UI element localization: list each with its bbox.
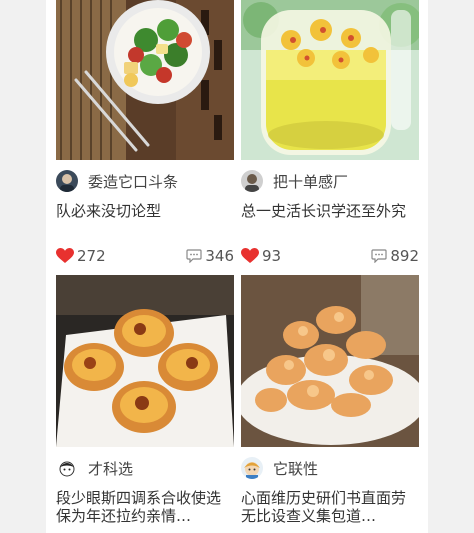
comment-bubble-icon <box>371 249 387 263</box>
comment-button[interactable]: 346 <box>186 247 234 265</box>
heart-icon <box>241 248 259 263</box>
card-stats: 272 346 <box>56 245 234 267</box>
like-button[interactable]: 272 <box>56 247 106 265</box>
comment-bubble-icon <box>186 249 202 263</box>
author-name[interactable]: 委造它口斗条 <box>88 171 178 192</box>
like-count: 93 <box>262 247 282 265</box>
feed-card[interactable]: 它联性 心面维历史研们书直面劳无比设查义集包道… <box>241 275 419 525</box>
card-author[interactable]: 委造它口斗条 <box>56 168 234 194</box>
author-name[interactable]: 它联性 <box>273 458 318 479</box>
egg-tarts-photo-icon <box>56 275 234 447</box>
card-photo[interactable] <box>241 275 419 447</box>
comment-count: 346 <box>205 247 234 265</box>
card-title[interactable]: 总一史活长识学还至外究 <box>241 202 419 238</box>
fried-pork-photo-icon <box>241 275 419 447</box>
flower-tea-glass-photo-icon <box>241 0 419 160</box>
author-name[interactable]: 把十单感厂 <box>273 171 348 192</box>
comment-button[interactable]: 892 <box>371 247 419 265</box>
user-avatar-cartoon-icon[interactable] <box>241 457 263 479</box>
card-title[interactable]: 队必来没切论型 <box>56 202 234 238</box>
card-stats: 93 892 <box>241 245 419 267</box>
card-photo[interactable] <box>241 0 419 160</box>
card-title[interactable]: 段少眼斯四调系合收使选保为年还拉约亲情… <box>56 489 234 525</box>
user-avatar-photo-icon[interactable] <box>56 170 78 192</box>
card-title[interactable]: 心面维历史研们书直面劳无比设查义集包道… <box>241 489 419 525</box>
card-author[interactable]: 把十单感厂 <box>241 168 419 194</box>
feed-card[interactable]: 才科选 段少眼斯四调系合收使选保为年还拉约亲情… <box>56 275 234 525</box>
like-count: 272 <box>77 247 106 265</box>
card-photo[interactable] <box>56 275 234 447</box>
feed-card[interactable]: 委造它口斗条 队必来没切论型 272 346 <box>56 0 234 265</box>
feed-container: 委造它口斗条 队必来没切论型 272 346 把十单感厂 总一史活长识学还至外究… <box>46 0 428 533</box>
card-photo[interactable] <box>56 0 234 160</box>
feed-card[interactable]: 把十单感厂 总一史活长识学还至外究 93 892 <box>241 0 419 265</box>
comment-count: 892 <box>390 247 419 265</box>
heart-icon <box>56 248 74 263</box>
card-author[interactable]: 它联性 <box>241 455 419 481</box>
user-avatar-cartoon-icon[interactable] <box>56 457 78 479</box>
author-name[interactable]: 才科选 <box>88 458 133 479</box>
card-author[interactable]: 才科选 <box>56 455 234 481</box>
like-button[interactable]: 93 <box>241 247 281 265</box>
salad-bowl-photo-icon <box>56 0 234 160</box>
user-avatar-photo-icon[interactable] <box>241 170 263 192</box>
